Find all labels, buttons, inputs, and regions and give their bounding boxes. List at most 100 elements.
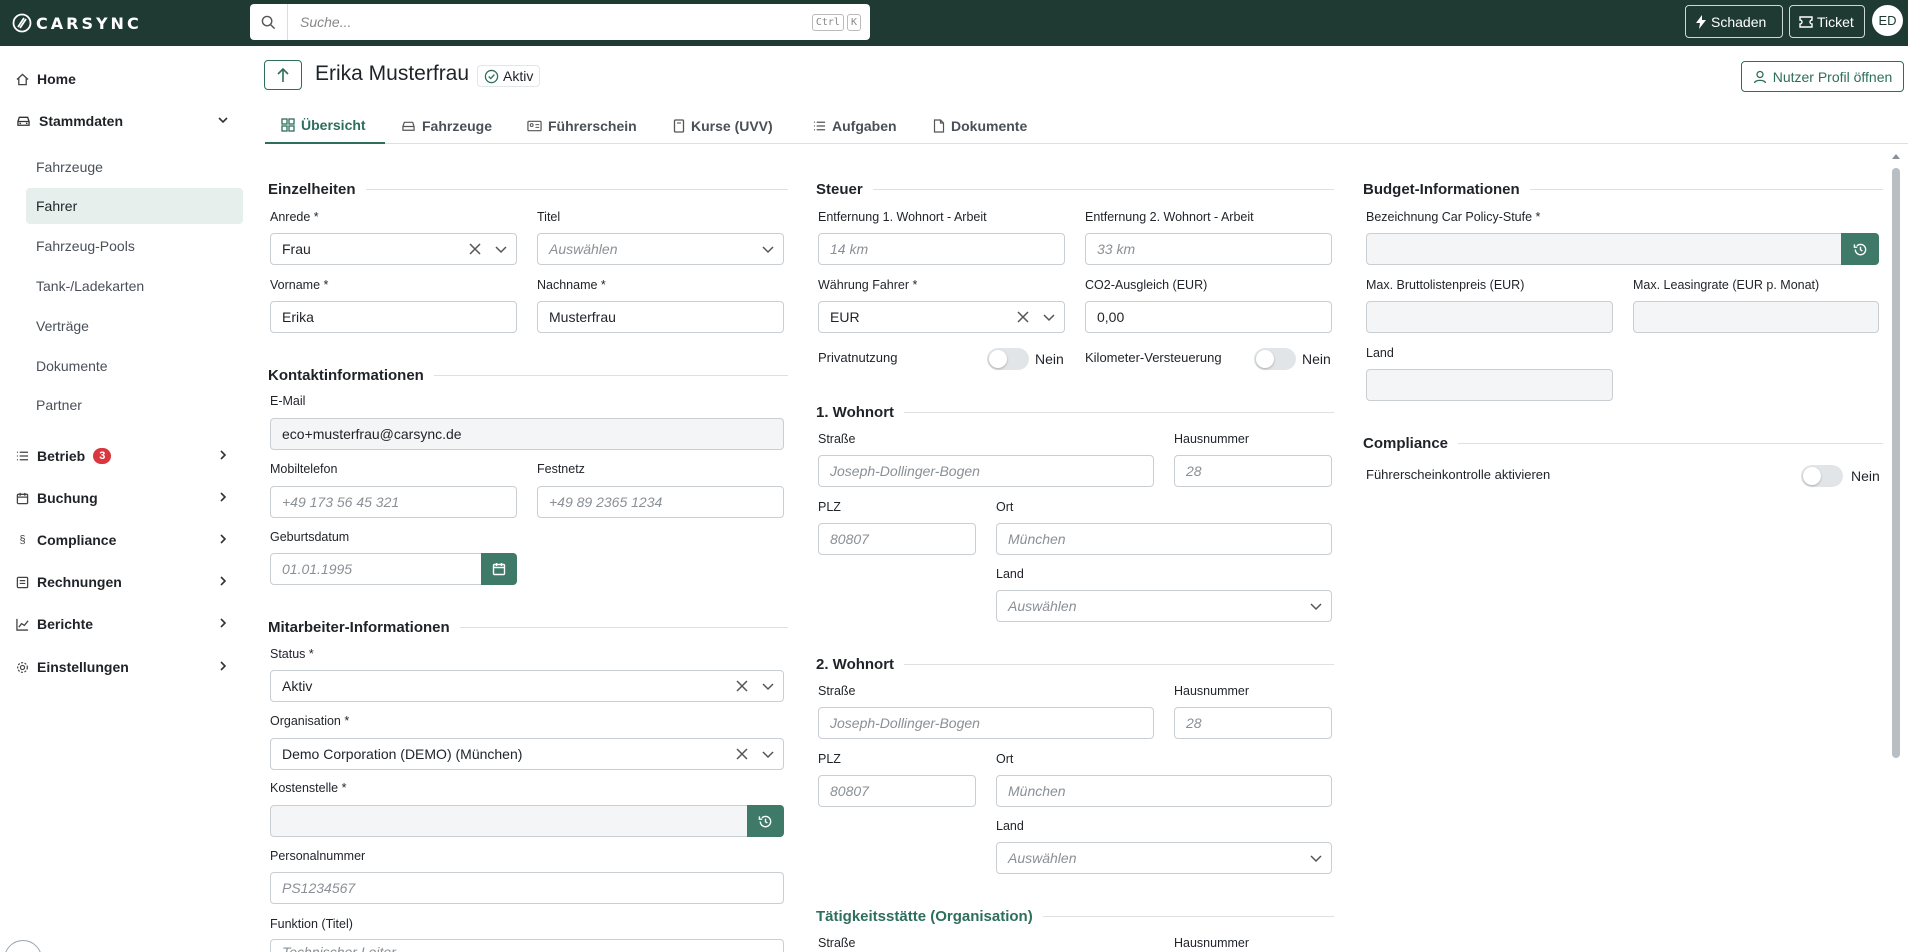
sidebar-item-label: Buchung [37, 490, 98, 506]
w2-ort-input[interactable]: München [996, 775, 1332, 807]
tab-kurse-uvv[interactable]: Kurse (UVV) [673, 108, 773, 144]
back-button[interactable] [264, 60, 302, 90]
privatnutzung-toggle[interactable] [987, 348, 1029, 370]
w1-land-select[interactable]: Auswählen [996, 590, 1332, 622]
sidebar-item-partner[interactable]: Partner [26, 387, 243, 423]
section-wohnort1-title: 1. Wohnort [816, 404, 895, 421]
sidebar-item-einstellungen[interactable]: Einstellungen [16, 655, 230, 679]
w2-land-select[interactable]: Auswählen [996, 842, 1332, 874]
sidebar-item-fahrer[interactable]: Fahrer [26, 188, 243, 224]
user-avatar[interactable]: ED [1872, 5, 1903, 36]
tab-uebersicht[interactable]: Übersicht [265, 108, 385, 144]
mobil-label: Mobiltelefon [270, 462, 338, 476]
chevron-right-icon [220, 492, 227, 502]
tab-fahrzeuge[interactable]: Fahrzeuge [401, 108, 492, 144]
section-einzelheiten: Einzelheiten [268, 181, 788, 198]
sidebar-item-tank-ladekarten[interactable]: Tank-/Ladekarten [26, 268, 243, 304]
clear-icon[interactable] [735, 747, 749, 761]
kostenstelle-input[interactable] [270, 805, 748, 837]
w2-strasse-input[interactable]: Joseph-Dollinger-Bogen [818, 707, 1154, 739]
status-select[interactable]: Aktiv [270, 670, 784, 702]
tab-fuehrerschein[interactable]: Führerschein [527, 108, 637, 144]
budget-land-input[interactable] [1366, 369, 1613, 401]
w2-ort-label: Ort [996, 752, 1014, 766]
w1-hausnummer-input[interactable]: 28 [1174, 455, 1332, 487]
w1-strasse-label: Straße [818, 432, 856, 446]
w2-plz-input[interactable]: 80807 [818, 775, 976, 807]
fs-kontrolle-toggle[interactable] [1801, 465, 1843, 487]
chevron-right-icon [220, 534, 227, 544]
paragraph-icon: § [19, 534, 26, 546]
entfernung1-label: Entfernung 1. Wohnort - Arbeit [818, 210, 987, 224]
sidebar-item-vertraege[interactable]: Verträge [26, 308, 243, 344]
sidebar-item-buchung[interactable]: Buchung [16, 486, 230, 510]
w1-ort-input[interactable]: München [996, 523, 1332, 555]
tab-aufgaben[interactable]: Aufgaben [813, 108, 897, 144]
bruttolistenpreis-input[interactable] [1366, 301, 1613, 333]
chevron-down-icon [1310, 855, 1322, 863]
funktion-input[interactable]: Technischer Leiter [270, 939, 784, 952]
ticket-button[interactable]: Ticket [1789, 5, 1865, 38]
sidebar-item-dokumente[interactable]: Dokumente [26, 348, 243, 384]
budget-land-label: Land [1366, 346, 1394, 360]
sidebar-item-home[interactable]: Home [16, 67, 230, 91]
organisation-select[interactable]: Demo Corporation (DEMO) (München) [270, 738, 784, 770]
date-picker-button[interactable] [481, 553, 517, 585]
global-search[interactable]: Ctrl K [250, 4, 870, 40]
sidebar-item-berichte[interactable]: Berichte [16, 612, 230, 636]
geburtsdatum-input[interactable]: 01.01.1995 [270, 553, 482, 585]
sidebar-item-compliance[interactable]: § Compliance [16, 528, 230, 552]
gear-icon [17, 661, 28, 673]
km-versteuerung-toggle[interactable] [1254, 348, 1296, 370]
festnetz-input[interactable]: +49 89 2365 1234 [537, 486, 784, 518]
clear-icon[interactable] [735, 679, 749, 693]
scroll-up-arrow-icon[interactable] [1891, 152, 1901, 160]
email-field[interactable]: eco+musterfrau@carsync.de [270, 418, 784, 450]
chevron-right-icon [220, 618, 227, 628]
titel-placeholder: Auswählen [549, 241, 618, 257]
chevron-down-icon [495, 246, 507, 254]
mobil-input[interactable]: +49 173 56 45 321 [270, 486, 517, 518]
entfernung1-input[interactable]: 14 km [818, 233, 1065, 265]
ticket-icon [1799, 15, 1813, 28]
section-taetigkeitsstaette-title: Tätigkeitsstätte (Organisation) [816, 908, 1033, 925]
privatnutzung-label: Privatnutzung [818, 350, 898, 365]
kostenstelle-history-button[interactable] [747, 805, 784, 837]
waehrung-select[interactable]: EUR [818, 301, 1065, 333]
w1-plz-input[interactable]: 80807 [818, 523, 976, 555]
clear-icon[interactable] [468, 242, 482, 256]
w1-strasse-input[interactable]: Joseph-Dollinger-Bogen [818, 455, 1154, 487]
damage-button-label: Schaden [1711, 13, 1767, 30]
sidebar-item-fahrzeuge[interactable]: Fahrzeuge [26, 149, 243, 185]
entfernung2-input[interactable]: 33 km [1085, 233, 1332, 265]
co2-input[interactable]: 0,00 [1085, 301, 1332, 333]
personalnummer-input[interactable]: PS1234567 [270, 872, 784, 904]
scrollbar-thumb[interactable] [1892, 168, 1900, 758]
policy-history-button[interactable] [1841, 233, 1879, 265]
history-icon [1853, 243, 1866, 255]
anrede-select[interactable]: Frau [270, 233, 517, 265]
sidebar-item-betrieb[interactable]: Betrieb 3 [16, 444, 230, 468]
chevron-down-icon [218, 117, 228, 124]
chevron-right-icon [220, 661, 227, 671]
policy-input[interactable] [1366, 233, 1842, 265]
sidebar-item-rechnungen[interactable]: Rechnungen [16, 570, 230, 594]
sidebar-item-fahrzeug-pools[interactable]: Fahrzeug-Pools [26, 228, 243, 264]
nachname-input[interactable]: Musterfrau [537, 301, 784, 333]
sidebar-item-stammdaten[interactable]: Stammdaten [16, 109, 230, 133]
sidebar-item-label: Betrieb [37, 448, 86, 464]
co2-label: CO2-Ausgleich (EUR) [1085, 278, 1208, 292]
tab-dokumente[interactable]: Dokumente [933, 108, 1027, 144]
titel-select[interactable]: Auswählen [537, 233, 784, 265]
open-user-profile-button[interactable]: Nutzer Profil öffnen [1741, 61, 1904, 92]
leasingrate-input[interactable] [1633, 301, 1879, 333]
damage-button[interactable]: Schaden [1685, 5, 1783, 38]
clear-icon[interactable] [1016, 310, 1030, 324]
vorname-input[interactable]: Erika [270, 301, 517, 333]
w2-land-placeholder: Auswählen [1008, 850, 1077, 866]
search-input[interactable] [288, 5, 812, 39]
waehrung-value: EUR [830, 309, 860, 325]
carsync-logo[interactable]: CARSYNC [12, 12, 142, 34]
w2-hausnummer-input[interactable]: 28 [1174, 707, 1332, 739]
w2-land-label: Land [996, 819, 1024, 833]
